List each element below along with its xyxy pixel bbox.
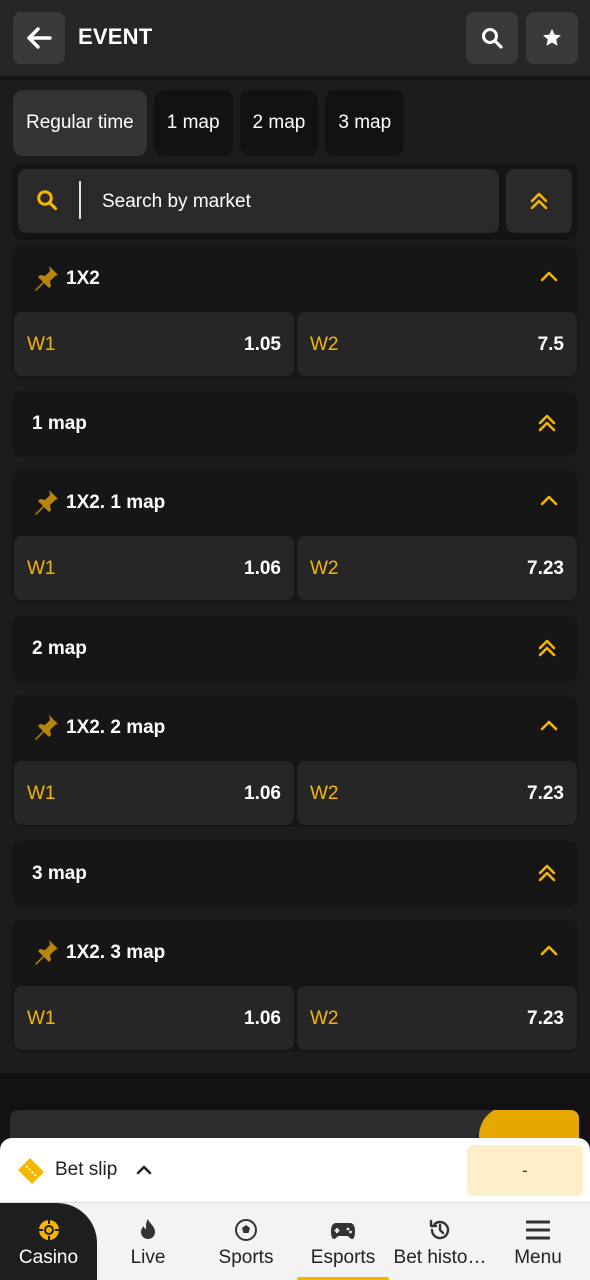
odds-label: W1 [27, 783, 56, 804]
history-icon [429, 1219, 450, 1240]
odds-button-w1[interactable]: W1 1.05 [14, 312, 294, 376]
search-market-input[interactable]: Search by market [18, 169, 499, 233]
odds-value: 1.06 [244, 783, 281, 804]
ticket-icon [18, 1158, 44, 1184]
odds-value: 1.05 [244, 334, 281, 355]
market-card: 1X2. 3 map W1 1.06 W2 7.23 [12, 920, 578, 1052]
back-button[interactable] [13, 12, 65, 64]
odds-value: 1.06 [244, 558, 281, 579]
odds-value: 7.23 [527, 1008, 564, 1029]
odds-button-w2[interactable]: W2 7.23 [297, 986, 577, 1050]
odds-value: 1.06 [244, 1008, 281, 1029]
odds-button-w2[interactable]: W2 7.23 [297, 761, 577, 825]
nav-label: Casino [18, 1247, 79, 1268]
pin-icon [35, 715, 58, 740]
casino-chip-icon [38, 1220, 59, 1240]
market-title: 1X2. 3 map [66, 942, 166, 963]
nav-item-menu[interactable]: Menu [489, 1203, 587, 1280]
search-placeholder: Search by market [102, 191, 251, 212]
odds-label: W1 [27, 558, 56, 579]
search-cursor [79, 181, 81, 219]
odds-label: W2 [310, 558, 339, 579]
odds-button-w1[interactable]: W1 1.06 [14, 536, 294, 600]
bet-slip-label: Bet slip [55, 1159, 118, 1180]
odds-label: W2 [310, 1008, 339, 1029]
odds-value: 7.23 [527, 783, 564, 804]
tab-3-map[interactable]: 3 map [325, 90, 405, 156]
group-title: 3 map [32, 863, 87, 884]
odds-label: W2 [310, 334, 339, 355]
odds-label: W2 [310, 783, 339, 804]
bet-slip-value[interactable]: - [467, 1145, 583, 1196]
nav-label: Esports [310, 1247, 376, 1268]
gamepad-icon [331, 1223, 355, 1239]
top-bar: EVENT [0, 0, 590, 76]
favorite-button[interactable] [526, 12, 578, 64]
bottom-navigation: Casino Live Sports Esports Bet histo… Me… [0, 1202, 590, 1280]
market-header[interactable]: 1X2. 1 map [12, 470, 578, 536]
chevron-up-icon [540, 495, 558, 506]
flame-icon [141, 1219, 155, 1239]
market-header[interactable]: 1X2 [12, 246, 578, 312]
market-group-header[interactable]: 2 map [12, 616, 578, 682]
odds-button-w1[interactable]: W1 1.06 [14, 986, 294, 1050]
double-chevron-up-icon [530, 192, 548, 210]
odds-value: 7.5 [537, 334, 564, 355]
nav-item-esports[interactable]: Esports [295, 1203, 391, 1280]
nav-item-live[interactable]: Live [99, 1203, 197, 1280]
nav-item-sports[interactable]: Sports [197, 1203, 295, 1280]
market-group-header[interactable]: 1 map [12, 391, 578, 457]
nav-label: Bet histo… [393, 1247, 487, 1268]
pin-icon [35, 940, 58, 965]
soccer-ball-icon [235, 1219, 257, 1241]
odds-button-w1[interactable]: W1 1.06 [14, 761, 294, 825]
double-chevron-up-icon [538, 864, 556, 882]
pin-icon [35, 266, 58, 291]
market-group-header[interactable]: 3 map [12, 841, 578, 907]
nav-label: Menu [514, 1247, 562, 1268]
arrow-left-icon [27, 27, 52, 49]
tab-regular-time[interactable]: Regular time [13, 90, 147, 156]
star-icon [543, 28, 561, 46]
market-card: 1X2 W1 1.05 W2 7.5 [12, 246, 578, 378]
group-title: 1 map [32, 413, 87, 434]
market-header[interactable]: 1X2. 3 map [12, 920, 578, 986]
nav-item-casino[interactable]: Casino [0, 1203, 97, 1280]
tab-1-map[interactable]: 1 map [153, 90, 233, 156]
market-card: 1X2. 2 map W1 1.06 W2 7.23 [12, 695, 578, 827]
tab-2-map[interactable]: 2 map [239, 90, 319, 156]
chevron-up-icon [540, 720, 558, 731]
market-title: 1X2 [66, 268, 100, 289]
page-title: EVENT [78, 24, 153, 49]
bet-slip-bar[interactable]: Bet slip - [0, 1138, 590, 1202]
search-icon [482, 28, 503, 49]
market-search-bar: Search by market [12, 163, 578, 240]
nav-item-bet-history[interactable]: Bet histo… [391, 1203, 489, 1280]
market-title: 1X2. 2 map [66, 717, 166, 738]
market-title: 1X2. 1 map [66, 492, 166, 513]
hamburger-menu-icon [526, 1220, 550, 1240]
chevron-up-icon [540, 271, 558, 282]
search-button[interactable] [466, 12, 518, 64]
odds-button-w2[interactable]: W2 7.5 [297, 312, 577, 376]
odds-label: W1 [27, 1008, 56, 1029]
double-chevron-up-icon [538, 414, 556, 432]
odds-value: 7.23 [527, 558, 564, 579]
market-header[interactable]: 1X2. 2 map [12, 695, 578, 761]
double-chevron-up-icon [538, 639, 556, 657]
search-icon [37, 190, 58, 211]
market-card: 1X2. 1 map W1 1.06 W2 7.23 [12, 470, 578, 602]
nav-label: Sports [218, 1247, 274, 1268]
odds-button-w2[interactable]: W2 7.23 [297, 536, 577, 600]
nav-label: Live [130, 1247, 166, 1268]
odds-label: W1 [27, 334, 56, 355]
chevron-up-icon [540, 945, 558, 956]
collapse-all-button[interactable] [506, 169, 572, 233]
chevron-up-icon [136, 1165, 152, 1175]
header-divider [0, 76, 590, 80]
group-title: 2 map [32, 638, 87, 659]
period-tabs: Regular time 1 map 2 map 3 map [13, 90, 405, 156]
pin-icon [35, 490, 58, 515]
